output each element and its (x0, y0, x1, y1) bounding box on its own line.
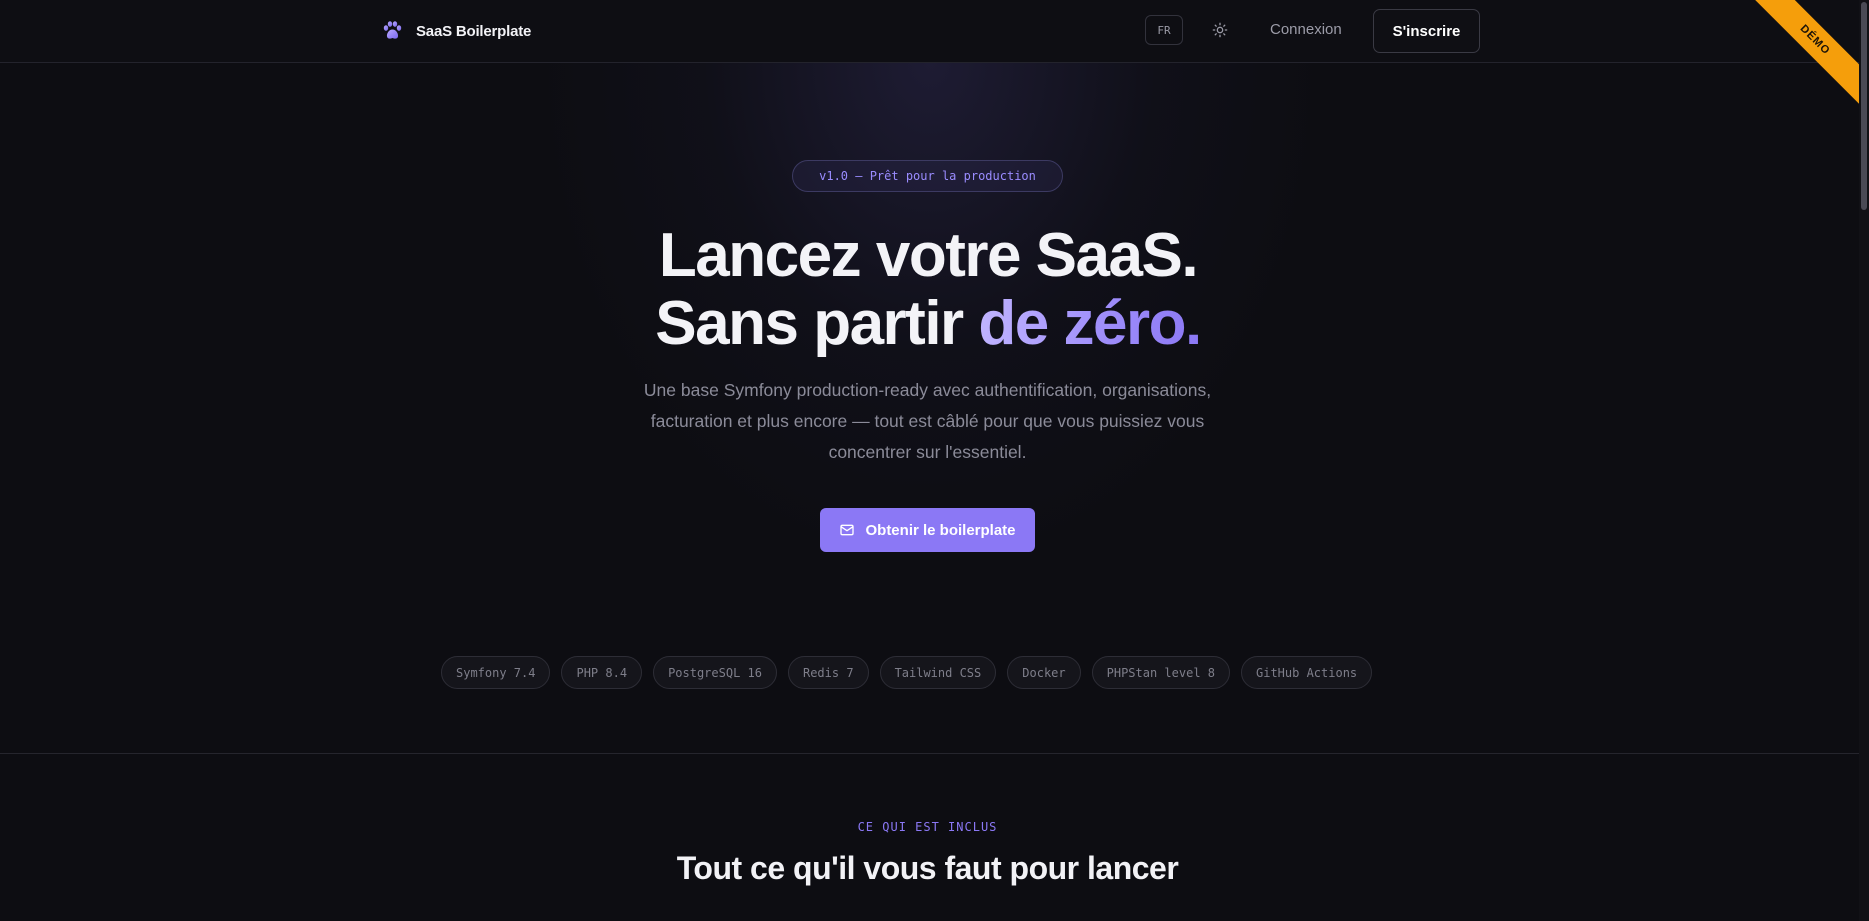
features-eyebrow: CE QUI EST INCLUS (857, 820, 998, 834)
signup-button[interactable]: S'inscrire (1373, 9, 1480, 53)
top-navbar: SaaS Boilerplate FR Connexion S'inscrire (0, 0, 1859, 63)
demo-ribbon-label: DÉMO (1741, 0, 1859, 114)
tech-badge: Redis 7 (787, 656, 869, 689)
hero-title-accent: de zéro. (978, 289, 1202, 358)
hero-title: Lancez votre SaaS. Sans partir de zéro. (560, 222, 1296, 358)
theme-toggle-button[interactable] (1208, 18, 1232, 42)
features-title: Tout ce qu'il vous faut pour lancer (676, 850, 1179, 886)
get-boilerplate-button[interactable]: Obtenir le boilerplate (820, 508, 1035, 552)
tech-badge: Tailwind CSS (879, 656, 997, 689)
page: SaaS Boilerplate FR Connexion S'inscrire… (0, 0, 1859, 921)
hero-title-line1: Lancez votre SaaS. (658, 221, 1199, 290)
tech-badge: Symfony 7.4 (441, 656, 551, 689)
hero-title-line2-plain: Sans partir (655, 289, 979, 358)
scrollbar-thumb[interactable] (1861, 2, 1867, 210)
sun-icon (1212, 22, 1228, 38)
demo-ribbon: DÉMO (1739, 0, 1859, 120)
tech-badge: GitHub Actions (1241, 656, 1373, 689)
version-badge: v1.0 — Prêt pour la production (792, 160, 1063, 192)
tech-badge: Docker (1007, 656, 1081, 689)
tech-badge: PHPStan level 8 (1091, 656, 1230, 689)
page-scrollbar[interactable] (1859, 0, 1869, 921)
tech-badge: PHP 8.4 (561, 656, 643, 689)
hero-title-line2: Sans partir de zéro. (655, 289, 1202, 358)
brand-link[interactable]: SaaS Boilerplate (380, 19, 531, 43)
tech-stack-list: Symfony 7.4 PHP 8.4 PostgreSQL 16 Redis … (441, 656, 1373, 689)
section-divider (0, 753, 1859, 754)
tech-badge: PostgreSQL 16 (653, 656, 777, 689)
login-link[interactable]: Connexion (1270, 21, 1342, 38)
get-boilerplate-label: Obtenir le boilerplate (865, 521, 1016, 539)
brand-name: SaaS Boilerplate (416, 22, 532, 40)
paw-icon (383, 21, 402, 39)
hero-subtitle: Une base Symfony production-ready avec a… (643, 380, 1212, 462)
language-switcher[interactable]: FR (1145, 15, 1183, 45)
mail-icon (840, 524, 855, 536)
